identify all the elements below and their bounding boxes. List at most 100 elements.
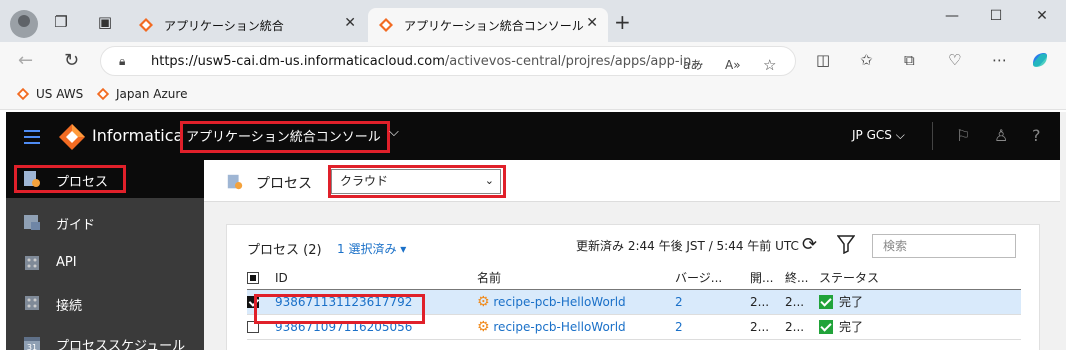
profile-avatar[interactable] (10, 10, 38, 38)
collections-icon[interactable]: ⧉ (904, 51, 915, 69)
process-subheader: プロセス クラウド ⌄ (204, 160, 1060, 202)
informatica-favicon-icon (16, 87, 30, 101)
maximize-icon[interactable]: ☐ (986, 8, 1006, 26)
table-header-row: ID 名前 バージ... 開... 終... ステータス (247, 267, 1021, 290)
sidebar-item-process-schedule[interactable]: 31 プロセススケジュール (6, 324, 204, 350)
brand-name: Informatica (92, 126, 184, 145)
calendar-icon: 31 (24, 337, 40, 350)
tab-title: アプリケーション統合 (164, 19, 284, 33)
select-all-cell (247, 267, 275, 290)
version-cell: 2 (675, 289, 750, 315)
sidebar: プロセス ガイド API 接続 31 プロセススケジュール (6, 160, 204, 350)
gear-process-icon: ⚙ (477, 318, 490, 335)
app-header: Informatica アプリケーション統合コンソール ⌵ JP GCS ⌵ ⚐… (6, 112, 1060, 160)
process-name-link[interactable]: recipe-pcb-HelloWorld (493, 320, 625, 334)
column-header-id[interactable]: ID (275, 267, 477, 290)
bookmarks-bar: US AWS Japan Azure (0, 80, 1066, 110)
favorite-star-icon[interactable]: ☆ (763, 56, 776, 74)
status-cell: 完了 (819, 289, 1021, 315)
start-cell: 2... (750, 289, 785, 315)
org-name: JP GCS (852, 128, 892, 142)
tab-actions-icon[interactable]: ▣ (96, 13, 114, 31)
immersive-reader-icon[interactable]: aあ (683, 56, 702, 74)
sidebar-item-label: API (56, 255, 77, 270)
bookmark-us-aws[interactable]: US AWS (16, 87, 83, 101)
process-name-link[interactable]: recipe-pcb-HelloWorld (493, 295, 625, 309)
favorites-icon[interactable]: ✩ (860, 51, 873, 69)
address-bar-row: ← ↻ 🔒︎ https://usw5-cai.dm-us.informatic… (0, 42, 1066, 80)
informatica-favicon-icon (379, 18, 393, 32)
process-icon (227, 174, 243, 190)
url-host: https://usw5-cai.dm-us.informaticacloud.… (151, 54, 445, 69)
hamburger-menu-icon[interactable] (24, 130, 40, 148)
sidebar-item-connections[interactable]: 接続 (6, 284, 204, 322)
panel-title: プロセス (2) (247, 243, 322, 258)
minimize-icon[interactable]: — (942, 8, 962, 26)
check-icon (819, 295, 833, 309)
sidebar-item-guide[interactable]: ガイド (6, 203, 204, 241)
copilot-icon[interactable] (1030, 50, 1050, 70)
select-all-checkbox[interactable] (247, 271, 259, 284)
last-updated-text: 更新済み 2:44 午後 JST / 5:44 午前 UTC (576, 239, 799, 253)
tab-close-icon[interactable]: ✕ (344, 15, 356, 31)
column-header-name[interactable]: 名前 (477, 267, 675, 290)
back-icon[interactable]: ← (18, 51, 33, 71)
url-field[interactable]: 🔒︎ https://usw5-cai.dm-us.informaticaclo… (100, 46, 796, 76)
split-screen-icon[interactable]: ◫ (816, 51, 830, 69)
console-switcher[interactable]: アプリケーション統合コンソール (186, 126, 381, 145)
sidebar-process-highlight (14, 165, 126, 193)
column-header-start[interactable]: 開... (750, 267, 785, 290)
flag-icon[interactable]: ⚐ (956, 126, 970, 145)
sidebar-item-label: ガイド (56, 218, 96, 233)
name-cell: ⚙ recipe-pcb-HelloWorld (477, 314, 675, 340)
url-path: /activevos-central/projres/apps/app-in..… (444, 54, 704, 69)
bookmark-label: Japan Azure (116, 87, 188, 101)
bookmark-label: US AWS (36, 87, 84, 101)
bookmark-japan-azure[interactable]: Japan Azure (96, 87, 187, 101)
new-tab-button[interactable]: + (614, 12, 631, 32)
guide-icon (24, 215, 40, 230)
tab-application-integration[interactable]: アプリケーション統合 ✕ (128, 8, 366, 42)
filter-icon[interactable] (837, 234, 855, 254)
start-cell: 2... (750, 314, 785, 340)
tab-title: アプリケーション統合コンソール (404, 19, 584, 33)
process-panel: プロセス (2) 1 選択済み ▾ 更新済み 2:44 午後 JST / 5:4… (226, 224, 1040, 350)
read-aloud-icon[interactable]: A» (725, 56, 741, 74)
chevron-down-icon[interactable]: ⌵ (389, 125, 399, 140)
sidebar-item-api[interactable]: API (6, 244, 204, 282)
status-text: 完了 (839, 320, 864, 334)
refresh-icon[interactable]: ↻ (64, 51, 79, 71)
refresh-icon[interactable]: ⟳ (802, 234, 817, 255)
tab-application-integration-console[interactable]: アプリケーション統合コンソール ✕ (368, 8, 608, 42)
workspaces-icon[interactable]: ❐ (52, 13, 70, 31)
search-input[interactable]: 検索 (872, 234, 1016, 258)
user-icon[interactable]: ♙ (994, 126, 1008, 145)
api-icon (25, 256, 39, 270)
connection-icon (25, 296, 39, 310)
close-window-icon[interactable]: ✕ (1032, 8, 1052, 26)
subheader-title: プロセス (256, 176, 312, 192)
name-cell: ⚙ recipe-pcb-HelloWorld (477, 289, 675, 315)
column-header-status[interactable]: ステータス (819, 267, 1021, 290)
selection-count: 1 選択済み (337, 242, 397, 256)
header-divider (932, 122, 933, 150)
version-cell: 2 (675, 314, 750, 340)
status-cell: 完了 (819, 314, 1021, 340)
tab-close-icon[interactable]: ✕ (586, 15, 598, 31)
org-switcher[interactable]: JP GCS ⌵ (852, 128, 905, 143)
help-icon[interactable]: ? (1032, 126, 1041, 145)
health-icon[interactable]: ♡ (948, 51, 961, 69)
informatica-favicon-icon (96, 87, 110, 101)
url-text[interactable]: https://usw5-cai.dm-us.informaticacloud.… (151, 54, 704, 69)
browser-tab-strip: ❐ ▣ アプリケーション統合 ✕ アプリケーション統合コンソール ✕ + — ☐… (0, 0, 1066, 42)
process-id-highlight (254, 294, 425, 324)
end-cell: 2... (785, 289, 819, 315)
status-text: 完了 (839, 295, 864, 309)
column-header-version[interactable]: バージ... (675, 267, 750, 290)
column-header-end[interactable]: 終... (785, 267, 819, 290)
app-area: Informatica アプリケーション統合コンソール ⌵ JP GCS ⌵ ⚐… (6, 112, 1066, 350)
informatica-favicon-icon (139, 18, 153, 32)
selection-dropdown[interactable]: 1 選択済み ▾ (337, 240, 406, 257)
select-highlight (328, 165, 506, 198)
more-menu-icon[interactable]: ⋯ (992, 51, 1007, 69)
